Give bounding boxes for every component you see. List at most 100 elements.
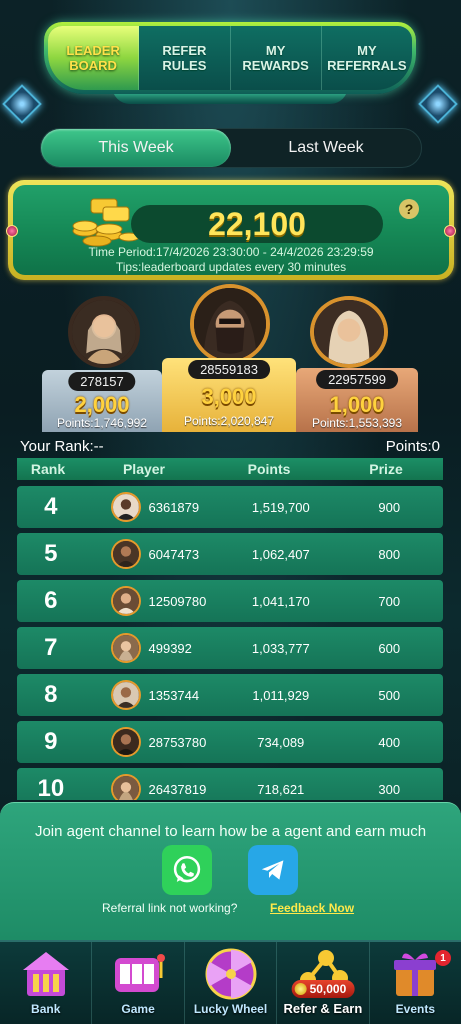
tab-my-referrals[interactable]: MY REFERRALS <box>322 26 412 90</box>
table-row: 9 28753780 734,089 400 <box>17 721 443 763</box>
nav-bank[interactable]: Bank <box>0 942 93 1024</box>
first-place-points: Points:2,020,847 <box>183 414 275 428</box>
row-player-id: 499392 <box>148 640 192 656</box>
refer-reward-amount: 50,000 <box>309 982 347 996</box>
row-points: 1,041,170 <box>251 593 310 609</box>
player-avatar[interactable] <box>110 586 141 616</box>
tab-leaderboard-label: LEADER BOARD <box>66 43 120 73</box>
second-place-podium: 278157 2,000 Points:1,746,992 <box>42 370 162 432</box>
second-place-avatar[interactable] <box>68 296 140 368</box>
nav-refer-earn-label: Refer & Earn <box>283 1001 363 1016</box>
row-rank: 4 <box>44 493 58 520</box>
first-place-podium: 28559183 3,000 Points:2,020,847 <box>162 358 296 432</box>
row-points: 1,011,929 <box>252 687 310 703</box>
table-row: 10 26437819 718,621 300 <box>17 768 443 800</box>
table-row: 5 6047473 1,062,407 800 <box>17 533 443 575</box>
table-row: 6 12509780 1,041,170 700 <box>17 580 443 622</box>
row-points: 718,621 <box>257 781 305 797</box>
wheel-icon <box>205 948 257 1000</box>
row-prize: 800 <box>378 546 401 562</box>
player-avatar[interactable] <box>110 633 141 663</box>
row-points: 1,033,777 <box>251 640 310 656</box>
prize-pool-banner: 22,100 ? Time Period:17/4/2026 23:30:00 … <box>6 180 456 280</box>
row-prize: 300 <box>378 781 401 797</box>
table-row: 8 1353744 1,011,929 500 <box>17 674 443 716</box>
first-place-avatar[interactable] <box>190 284 270 364</box>
last-week-button[interactable]: Last Week <box>231 129 421 167</box>
third-place-points: Points:1,553,393 <box>311 416 403 430</box>
tab-my-rewards-label: MY REWARDS <box>242 43 309 73</box>
second-place-points: Points:1,746,992 <box>56 416 148 430</box>
leaderboard-table-header: Rank Player Points Prize <box>17 458 443 480</box>
row-prize: 700 <box>378 593 401 609</box>
nav-events[interactable]: 1 Events <box>370 942 461 1024</box>
nav-game[interactable]: Game <box>92 942 185 1024</box>
row-points: 1,519,700 <box>251 499 310 515</box>
update-tips: Tips:leaderboard updates every 30 minute… <box>115 260 347 274</box>
prize-pool-amount: 22,100 <box>131 205 383 243</box>
whatsapp-icon[interactable] <box>162 845 212 895</box>
leaderboard-table-body[interactable]: 4 6361879 1,519,700 900 5 6047473 1,062,… <box>17 486 443 800</box>
player-avatar[interactable] <box>110 492 141 522</box>
row-rank: 5 <box>44 540 58 567</box>
agent-channel-card: Join agent channel to learn how be a age… <box>0 802 461 940</box>
tab-refer-rules-label: REFER RULES <box>162 43 207 73</box>
row-rank: 6 <box>44 587 58 614</box>
row-player-id: 12509780 <box>148 593 207 609</box>
slot-machine-icon <box>115 954 166 992</box>
row-rank: 10 <box>37 775 65 800</box>
player-avatar[interactable] <box>110 539 141 569</box>
third-place-podium: 22957599 1,000 Points:1,553,393 <box>296 368 418 432</box>
table-row: 7 499392 1,033,777 600 <box>17 627 443 669</box>
row-prize: 600 <box>378 640 401 656</box>
row-player-id: 26437819 <box>148 781 207 797</box>
third-place-prize: 1,000 <box>329 392 385 417</box>
row-rank: 8 <box>44 681 58 708</box>
nav-bank-label: Bank <box>31 1002 61 1016</box>
first-place-prize: 3,000 <box>201 384 257 409</box>
tab-refer-rules[interactable]: REFER RULES <box>139 26 231 90</box>
tab-my-rewards[interactable]: MY REWARDS <box>231 26 322 90</box>
row-prize: 500 <box>378 687 401 703</box>
second-place-prize: 2,000 <box>74 392 130 417</box>
nav-events-label: Events <box>395 1002 435 1016</box>
table-row: 4 6361879 1,519,700 900 <box>17 486 443 528</box>
bottom-navigation: Bank Game Lucky Wheel 50,000 Refer & Ear… <box>0 940 461 1024</box>
feedback-now-link[interactable]: Feedback Now <box>270 901 354 915</box>
your-points-label: Points:0 <box>385 438 440 455</box>
gem-ornament-left <box>6 225 18 237</box>
player-avatar[interactable] <box>110 727 141 757</box>
nav-lucky-wheel[interactable]: Lucky Wheel <box>185 942 278 1024</box>
telegram-icon[interactable] <box>248 845 298 895</box>
row-points: 1,062,407 <box>251 546 310 562</box>
gem-ornament-right <box>444 225 456 237</box>
refer-reward-pill: 50,000 <box>291 980 355 998</box>
tab-leaderboard[interactable]: LEADER BOARD <box>48 26 140 90</box>
nav-lucky-wheel-label: Lucky Wheel <box>193 1002 268 1016</box>
row-player-id: 1353744 <box>148 687 200 703</box>
time-period: Time Period:17/4/2026 23:30:00 - 24/4/20… <box>88 245 374 259</box>
row-rank: 9 <box>44 728 58 755</box>
row-player-id: 6047473 <box>148 546 200 562</box>
bank-icon <box>22 952 69 996</box>
help-icon[interactable]: ? <box>399 199 419 219</box>
tab-my-referrals-label: MY REFERRALS <box>327 43 407 73</box>
nav-refer-earn[interactable]: 50,000 Refer & Earn <box>277 942 370 1024</box>
coin-icon <box>294 983 307 995</box>
third-place-avatar[interactable] <box>310 296 388 368</box>
player-avatar[interactable] <box>110 680 141 710</box>
agent-channel-text: Join agent channel to learn how be a age… <box>34 823 427 840</box>
row-prize: 400 <box>378 734 401 750</box>
first-place-player-id: 28559183 <box>188 360 270 379</box>
row-player-id: 6361879 <box>148 499 200 515</box>
second-place-player-id: 278157 <box>68 372 136 391</box>
week-toggle: This Week Last Week <box>40 128 422 168</box>
your-rank-summary: Your Rank:-- Points:0 <box>20 438 440 458</box>
this-week-button[interactable]: This Week <box>41 129 231 167</box>
row-points: 734,089 <box>257 734 305 750</box>
header-prize: Prize <box>369 461 403 477</box>
events-notification-badge: 1 <box>435 950 452 966</box>
row-prize: 900 <box>378 499 401 515</box>
nav-game-label: Game <box>121 1002 155 1016</box>
player-avatar[interactable] <box>110 774 141 800</box>
